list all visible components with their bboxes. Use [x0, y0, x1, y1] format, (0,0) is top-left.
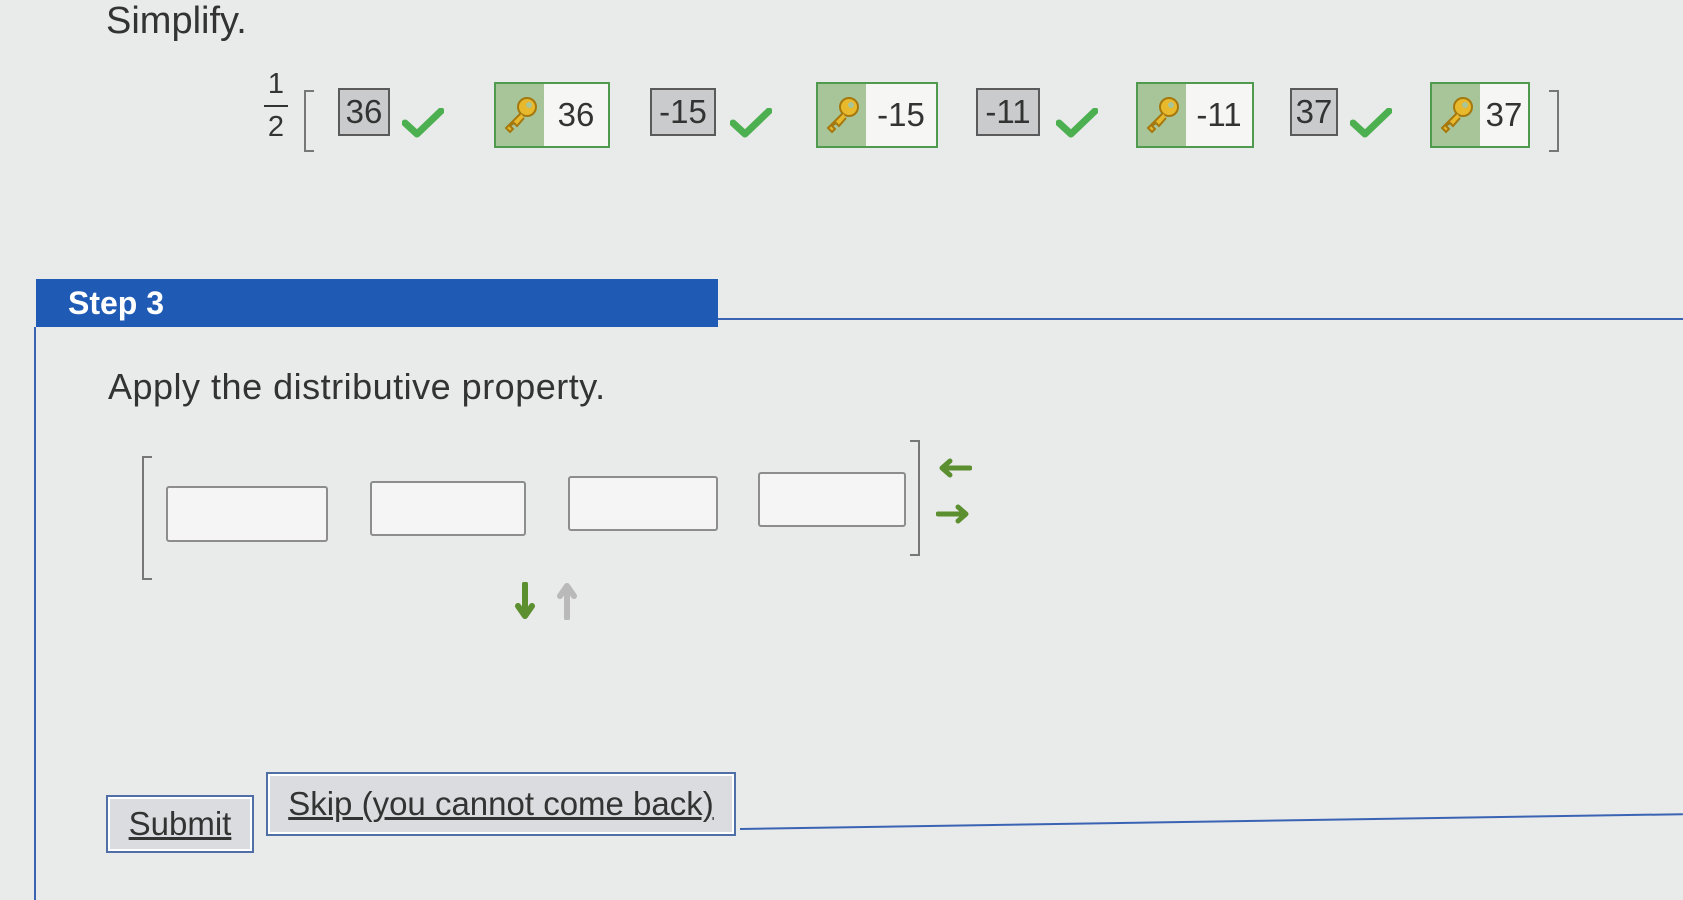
fraction-one-half: 1 2 [262, 70, 290, 142]
key-icon [496, 84, 544, 146]
answer-input-2[interactable] [370, 481, 526, 536]
step-header: Step 3 [36, 279, 718, 327]
answer-open-bracket [142, 456, 152, 580]
correct-answer-value: 37 [1485, 96, 1523, 133]
entered-answer-1: 36 [338, 88, 390, 136]
entered-answer-2: -15 [650, 88, 716, 136]
correct-answer-value: -15 [877, 96, 925, 133]
key-icon [1138, 84, 1186, 146]
fraction-bar [264, 105, 288, 107]
problem-title: Simplify. [106, 0, 247, 42]
correct-answer-2: -15 [816, 82, 938, 148]
insert-right-arrow-icon[interactable] [935, 504, 972, 529]
fraction-numerator: 1 [267, 68, 285, 100]
correct-answer-value: 36 [557, 96, 595, 133]
problem-open-bracket [304, 90, 314, 152]
answer-input-3[interactable] [568, 476, 718, 531]
correct-answer-3: -11 [1136, 82, 1254, 148]
skip-button[interactable]: Skip (you cannot come back) [266, 772, 736, 836]
answer-input-1[interactable] [166, 486, 328, 542]
check-icon [1349, 107, 1393, 143]
answer-close-bracket [910, 440, 920, 556]
step-instruction: Apply the distributive property. [108, 366, 606, 407]
entered-answer-4: 37 [1290, 88, 1338, 136]
step-panel-bottom-border [739, 813, 1683, 830]
step-divider [718, 318, 1683, 320]
answer-input-4[interactable] [758, 472, 906, 527]
check-icon [401, 107, 445, 143]
key-icon [818, 84, 866, 146]
correct-answer-value: -11 [1196, 96, 1242, 133]
correct-answer-4: 37 [1430, 82, 1530, 148]
problem-close-bracket [1549, 90, 1559, 152]
key-icon [1432, 84, 1480, 146]
step-panel-border [34, 327, 36, 900]
fraction-denominator: 2 [267, 111, 285, 143]
move-up-arrow-icon[interactable] [557, 580, 577, 625]
insert-left-arrow-icon[interactable] [936, 458, 973, 483]
check-icon [729, 107, 773, 143]
entered-answer-3: -11 [976, 88, 1040, 136]
move-down-arrow-icon[interactable] [515, 581, 535, 627]
submit-button[interactable]: Submit [106, 795, 254, 853]
correct-answer-1: 36 [494, 82, 610, 148]
check-icon [1055, 107, 1099, 143]
